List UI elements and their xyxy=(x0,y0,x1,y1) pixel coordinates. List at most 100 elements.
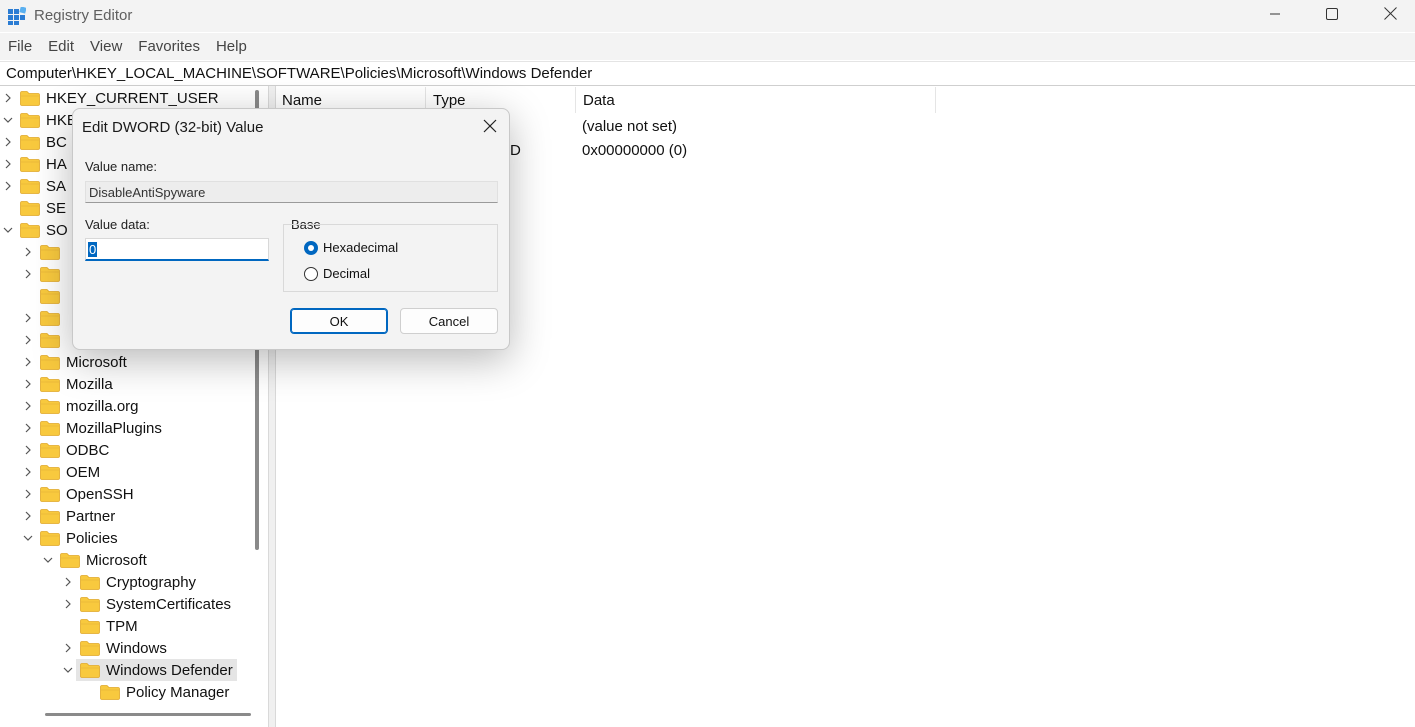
tree-item-content[interactable]: Microsoft xyxy=(56,549,151,571)
tree-item[interactable]: BC xyxy=(0,131,71,153)
tree-item-content[interactable]: ODBC xyxy=(36,439,113,461)
tree-item[interactable]: ODBC xyxy=(20,439,113,461)
tree-item-content[interactable]: HKEY_CURRENT_USER xyxy=(16,87,223,109)
tree-item[interactable]: SystemCertificates xyxy=(60,593,235,615)
tree-item[interactable]: SE xyxy=(0,197,70,219)
tree-item-content[interactable]: SystemCertificates xyxy=(76,593,235,615)
hexadecimal-option[interactable]: Hexadecimal xyxy=(304,240,398,255)
tree-item[interactable]: MozillaPlugins xyxy=(20,417,166,439)
close-window-button[interactable] xyxy=(1367,0,1413,32)
chevron-right-icon[interactable] xyxy=(0,87,16,109)
tree-item-content[interactable]: SA xyxy=(16,175,70,197)
tree-item-content[interactable]: mozilla.org xyxy=(36,395,143,417)
menu-edit[interactable]: Edit xyxy=(40,33,82,60)
tree-item-content[interactable]: Windows xyxy=(76,637,171,659)
tree-item[interactable]: Partner xyxy=(20,505,119,527)
decimal-option[interactable]: Decimal xyxy=(304,266,370,281)
tree-item[interactable]: TPM xyxy=(60,615,142,637)
tree-item[interactable] xyxy=(20,329,70,351)
chevron-right-icon[interactable] xyxy=(20,263,36,285)
tree-item[interactable] xyxy=(20,285,70,307)
ok-button[interactable]: OK xyxy=(290,308,388,334)
tree-item-content[interactable]: SE xyxy=(16,197,70,219)
tree-item-content[interactable] xyxy=(36,263,70,285)
tree-horizontal-scrollbar[interactable] xyxy=(45,713,251,716)
tree-item-content[interactable]: Partner xyxy=(36,505,119,527)
chevron-right-icon[interactable] xyxy=(60,637,76,659)
tree-item[interactable] xyxy=(20,263,70,285)
chevron-right-icon[interactable] xyxy=(20,461,36,483)
menu-view[interactable]: View xyxy=(82,33,130,60)
tree-item-content[interactable]: Windows Defender xyxy=(76,659,237,681)
tree-item-content[interactable]: Policies xyxy=(36,527,122,549)
tree-item-content[interactable]: Policy Manager xyxy=(96,681,233,703)
chevron-right-icon[interactable] xyxy=(20,329,36,351)
minimize-button[interactable] xyxy=(1252,0,1298,32)
tree-item[interactable]: Mozilla xyxy=(20,373,117,395)
chevron-right-icon[interactable] xyxy=(0,153,16,175)
tree-item[interactable] xyxy=(20,307,70,329)
maximize-button[interactable] xyxy=(1309,0,1355,32)
decimal-radio[interactable] xyxy=(304,266,318,281)
tree-item[interactable]: HA xyxy=(0,153,71,175)
tree-item-content[interactable] xyxy=(36,307,70,329)
dialog-close-button[interactable] xyxy=(475,116,505,140)
chevron-right-icon[interactable] xyxy=(20,395,36,417)
tree-item[interactable]: HKEY_CURRENT_USER xyxy=(0,87,223,109)
chevron-down-icon[interactable] xyxy=(20,527,36,549)
value-data-input[interactable]: 0 xyxy=(85,238,269,261)
chevron-right-icon[interactable] xyxy=(0,175,16,197)
tree-item[interactable]: OpenSSH xyxy=(20,483,138,505)
value-row-2-data[interactable]: 0x00000000 (0) xyxy=(582,142,687,159)
value-row-1-data[interactable]: (value not set) xyxy=(582,118,677,135)
chevron-down-icon[interactable] xyxy=(40,549,56,571)
tree-item-content[interactable] xyxy=(36,329,70,351)
tree-item-content[interactable]: SO xyxy=(16,219,72,241)
tree-item[interactable]: Windows xyxy=(60,637,171,659)
column-header-data[interactable]: Data xyxy=(576,87,936,113)
tree-item[interactable]: Microsoft xyxy=(20,351,131,373)
tree-item-content[interactable]: Mozilla xyxy=(36,373,117,395)
hexadecimal-radio[interactable] xyxy=(304,240,318,255)
tree-item[interactable]: Cryptography xyxy=(60,571,200,593)
chevron-right-icon[interactable] xyxy=(60,593,76,615)
chevron-right-icon[interactable] xyxy=(20,351,36,373)
chevron-right-icon[interactable] xyxy=(20,241,36,263)
chevron-down-icon[interactable] xyxy=(60,659,76,681)
chevron-down-icon[interactable] xyxy=(0,109,16,131)
tree-item-content[interactable] xyxy=(36,285,70,307)
chevron-right-icon[interactable] xyxy=(0,131,16,153)
tree-item[interactable]: Windows Defender xyxy=(60,659,237,681)
tree-item-content[interactable]: TPM xyxy=(76,615,142,637)
chevron-right-icon[interactable] xyxy=(20,505,36,527)
tree-item[interactable]: mozilla.org xyxy=(20,395,143,417)
chevron-right-icon[interactable] xyxy=(20,307,36,329)
tree-item-content[interactable]: MozillaPlugins xyxy=(36,417,166,439)
chevron-right-icon[interactable] xyxy=(60,571,76,593)
chevron-right-icon[interactable] xyxy=(20,439,36,461)
chevron-right-icon[interactable] xyxy=(20,483,36,505)
tree-item[interactable]: SO xyxy=(0,219,72,241)
value-row-2-type[interactable]: D xyxy=(510,142,521,159)
tree-item[interactable]: Policy Manager xyxy=(80,681,233,703)
tree-item-content[interactable]: HA xyxy=(16,153,71,175)
tree-item-content[interactable]: Cryptography xyxy=(76,571,200,593)
chevron-right-icon[interactable] xyxy=(20,373,36,395)
menu-file[interactable]: File xyxy=(0,33,40,60)
tree-item[interactable]: Policies xyxy=(20,527,122,549)
chevron-down-icon[interactable] xyxy=(0,219,16,241)
tree-item-content[interactable]: OpenSSH xyxy=(36,483,138,505)
tree-item[interactable] xyxy=(20,241,70,263)
tree-item-content[interactable]: Microsoft xyxy=(36,351,131,373)
menu-help[interactable]: Help xyxy=(208,33,255,60)
tree-item-content[interactable]: OEM xyxy=(36,461,104,483)
tree-item[interactable]: SA xyxy=(0,175,70,197)
menu-favorites[interactable]: Favorites xyxy=(130,33,208,60)
tree-item[interactable]: Microsoft xyxy=(40,549,151,571)
cancel-button[interactable]: Cancel xyxy=(400,308,498,334)
address-bar[interactable]: Computer\HKEY_LOCAL_MACHINE\SOFTWARE\Pol… xyxy=(0,61,1415,86)
tree-item-content[interactable] xyxy=(36,241,70,263)
tree-item-content[interactable]: BC xyxy=(16,131,71,153)
chevron-right-icon[interactable] xyxy=(20,417,36,439)
tree-item[interactable]: OEM xyxy=(20,461,104,483)
